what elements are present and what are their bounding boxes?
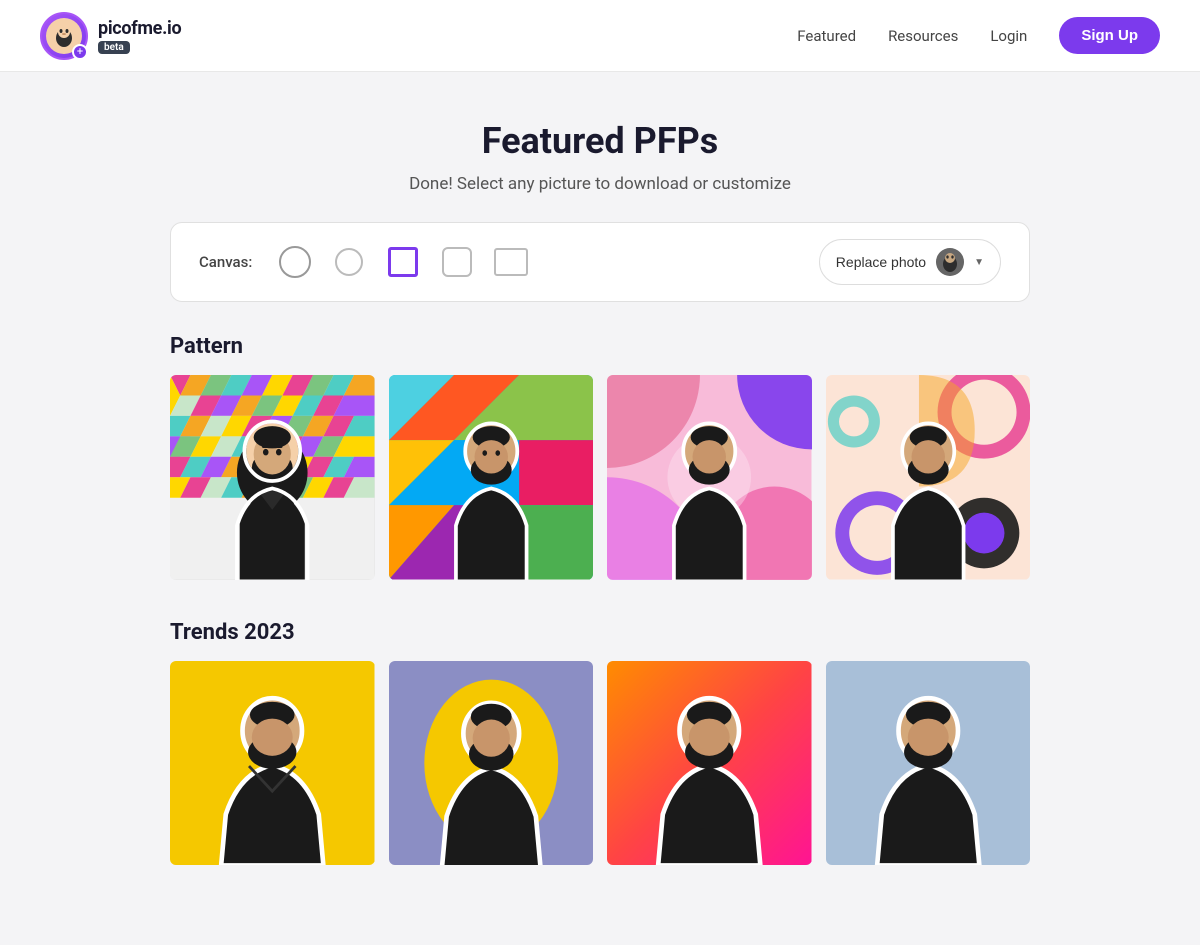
nav-resources[interactable]: Resources: [888, 27, 958, 45]
pattern-card-2[interactable]: [389, 375, 594, 580]
pattern-grid: [170, 375, 1030, 580]
shape-rounded-option[interactable]: [438, 243, 476, 281]
nav-login[interactable]: Login: [990, 27, 1027, 45]
replace-photo-label: Replace photo: [836, 254, 926, 270]
pattern-card-3[interactable]: [607, 375, 812, 580]
trends-section: Trends 2023: [170, 620, 1030, 866]
main-content: Pattern: [150, 334, 1050, 945]
shape-circle-option[interactable]: [276, 243, 314, 281]
trends-grid: [170, 661, 1030, 866]
brand-name: picofme.io: [98, 18, 181, 39]
rect-shape: [494, 248, 528, 276]
trends-card-4[interactable]: [826, 661, 1031, 866]
trends-card-1[interactable]: [170, 661, 375, 866]
shape-options: [276, 243, 798, 281]
canvas-toolbar: Canvas: Replace photo ▼: [170, 222, 1030, 302]
shape-square-option[interactable]: [384, 243, 422, 281]
signup-button[interactable]: Sign Up: [1059, 17, 1160, 54]
circle-sm-shape: [335, 248, 363, 276]
pattern-card-4[interactable]: [826, 375, 1031, 580]
circle-shape: [279, 246, 311, 278]
shape-rect-option[interactable]: [492, 243, 530, 281]
pattern-section: Pattern: [170, 334, 1030, 580]
hero-section: Featured PFPs Done! Select any picture t…: [0, 72, 1200, 222]
pattern-card-1[interactable]: [170, 375, 375, 580]
trends-section-title: Trends 2023: [170, 620, 1030, 645]
nav-featured[interactable]: Featured: [797, 27, 856, 45]
replace-photo-button[interactable]: Replace photo ▼: [819, 239, 1001, 285]
square-active-shape: [388, 247, 418, 277]
brand-avatar[interactable]: +: [40, 12, 88, 60]
header: + picofme.io beta Featured Resources Log…: [0, 0, 1200, 72]
page-subtitle: Done! Select any picture to download or …: [0, 174, 1200, 194]
shape-circle-sm-option[interactable]: [330, 243, 368, 281]
canvas-label: Canvas:: [199, 253, 252, 271]
logo-area: + picofme.io beta: [40, 12, 181, 60]
page-title: Featured PFPs: [0, 120, 1200, 162]
avatar-plus-icon: +: [72, 44, 88, 60]
rounded-shape: [442, 247, 472, 277]
main-nav: Featured Resources Login Sign Up: [797, 17, 1160, 54]
trends-card-2[interactable]: [389, 661, 594, 866]
trends-card-3[interactable]: [607, 661, 812, 866]
replace-avatar-preview: [936, 248, 964, 276]
brand-text: picofme.io beta: [98, 18, 181, 54]
pattern-section-title: Pattern: [170, 334, 1030, 359]
dropdown-arrow-icon: ▼: [974, 257, 984, 268]
beta-badge: beta: [98, 41, 130, 54]
